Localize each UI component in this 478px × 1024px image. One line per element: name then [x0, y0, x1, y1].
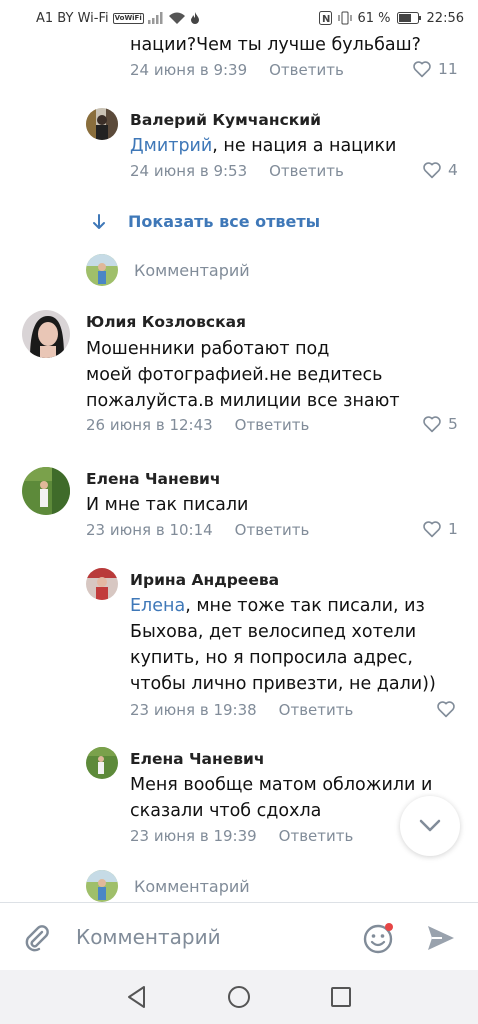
comment-text-line: Елена, мне тоже так писали, из	[130, 593, 425, 619]
comment-meta: 23 июня в 19:39 Ответить	[130, 827, 353, 845]
attach-icon[interactable]	[22, 923, 52, 953]
comment-text-line: моей фотографией.не ведитесь	[86, 365, 383, 385]
avatar[interactable]	[22, 310, 70, 358]
avatar[interactable]	[22, 467, 70, 515]
comment-composer: Комментарий	[0, 902, 478, 970]
send-icon[interactable]	[426, 924, 456, 952]
comment-date: 26 июня в 12:43	[86, 416, 213, 434]
avatar[interactable]	[86, 568, 118, 600]
like-count: 1	[448, 520, 458, 538]
status-bar: A1 BY Wi-Fi VoWiFi N 61 % 22:56	[0, 0, 478, 36]
emoji-icon[interactable]	[362, 921, 396, 955]
like-button[interactable]: 11	[412, 60, 458, 78]
vowifi-badge: VoWiFi	[112, 12, 144, 24]
comment-date: 24 июня в 9:39	[130, 61, 248, 79]
vibrate-icon	[338, 11, 351, 25]
comment-date: 23 июня в 10:14	[86, 521, 213, 539]
comment-text-line: пожалуйста.в милиции все знают	[86, 391, 400, 411]
author-name[interactable]: Елена Чаневич	[130, 750, 265, 768]
comment-date: 24 июня в 9:53	[130, 162, 248, 180]
comment-input[interactable]: Комментарий	[76, 925, 221, 949]
mention-link[interactable]: Дмитрий	[130, 136, 212, 156]
avatar[interactable]	[86, 108, 118, 140]
comment-meta: 23 июня в 10:14 Ответить	[86, 521, 309, 539]
comment-text: нации?Чем ты лучше бульбаш?	[130, 36, 421, 55]
reply-link[interactable]: Ответить	[235, 416, 310, 434]
home-icon[interactable]	[227, 985, 251, 1009]
like-button[interactable]: 1	[422, 520, 458, 538]
reply-comment-field[interactable]: Комментарий	[86, 870, 250, 902]
comment-meta: 23 июня в 19:38 Ответить	[130, 701, 353, 719]
wifi-icon	[168, 12, 185, 24]
status-right: N 61 % 22:56	[318, 10, 464, 26]
author-name[interactable]: Ирина Андреева	[130, 571, 279, 589]
comments-feed[interactable]: нации?Чем ты лучше бульбаш? 24 июня в 9:…	[0, 36, 478, 902]
author-name[interactable]: Юлия Козловская	[86, 313, 246, 331]
comment-date: 23 июня в 19:38	[130, 701, 257, 719]
like-count: 4	[448, 161, 458, 179]
heart-icon	[423, 521, 441, 538]
comment-meta: 26 июня в 12:43 Ответить	[86, 416, 309, 434]
comment-text-rest: , мне тоже так писали, из	[185, 596, 425, 616]
chevron-down-icon	[419, 819, 441, 832]
comment-text-rest: , не нация а нацики	[212, 136, 397, 156]
like-button[interactable]: 5	[422, 415, 458, 433]
comment-date: 23 июня в 19:39	[130, 827, 257, 845]
like-count: 11	[438, 60, 458, 78]
comment-text-line: сказали чтоб сдохла	[130, 801, 322, 821]
heart-icon	[413, 61, 431, 78]
battery-percent: 61 %	[357, 10, 391, 26]
mention-link[interactable]: Елена	[130, 596, 185, 616]
comment-text: Дмитрий, не нация а нацики	[130, 133, 396, 159]
fire-icon	[190, 11, 199, 24]
arrow-down-icon	[93, 213, 105, 229]
comment-meta: 24 июня в 9:53 Ответить	[130, 162, 344, 180]
like-button[interactable]	[436, 700, 456, 718]
comment-text-line: купить, но я попросила адрес,	[130, 648, 413, 668]
heart-icon	[437, 701, 455, 718]
comment-meta: 24 июня в 9:39 Ответить	[130, 61, 344, 79]
comment-placeholder: Комментарий	[134, 260, 250, 280]
signal-icon	[147, 12, 163, 24]
author-name[interactable]: Валерий Кумчанский	[130, 111, 321, 129]
reply-link[interactable]: Ответить	[279, 701, 354, 719]
reply-link[interactable]: Ответить	[269, 162, 344, 180]
back-icon[interactable]	[126, 985, 148, 1009]
heart-icon	[423, 416, 441, 433]
comment-placeholder: Комментарий	[134, 876, 250, 896]
comment-text-line: чтобы лично привезти, не дали))	[130, 674, 436, 694]
reply-link[interactable]: Ответить	[269, 61, 344, 79]
my-avatar	[86, 870, 118, 902]
android-navigation-bar	[0, 970, 478, 1024]
comment-text-line: Мошенники работают под	[86, 339, 330, 359]
battery-icon	[396, 12, 421, 24]
status-left: A1 BY Wi-Fi VoWiFi	[36, 11, 200, 26]
clock: 22:56	[426, 10, 464, 26]
comment-text: И мне так писали	[86, 495, 249, 515]
reply-link[interactable]: Ответить	[235, 521, 310, 539]
reply-link[interactable]: Ответить	[279, 827, 354, 845]
recents-icon[interactable]	[330, 986, 352, 1008]
comment-text-line: Быхова, дет велосипед хотели	[130, 622, 417, 642]
nfc-icon: N	[318, 11, 332, 25]
avatar[interactable]	[86, 747, 118, 779]
heart-icon	[423, 162, 441, 179]
my-avatar	[86, 254, 118, 286]
carrier-label: A1 BY Wi-Fi	[36, 10, 109, 26]
svg-text:N: N	[322, 14, 330, 25]
author-name[interactable]: Елена Чаневич	[86, 470, 221, 488]
like-count: 5	[448, 415, 458, 433]
show-all-label: Показать все ответы	[128, 212, 321, 231]
show-all-replies-button[interactable]: Показать все ответы	[92, 212, 320, 231]
comment-text-line: Меня вообще матом обложили и	[130, 775, 433, 795]
scroll-down-button[interactable]	[400, 796, 460, 856]
reply-comment-field[interactable]: Комментарий	[86, 254, 250, 286]
like-button[interactable]: 4	[422, 161, 458, 179]
